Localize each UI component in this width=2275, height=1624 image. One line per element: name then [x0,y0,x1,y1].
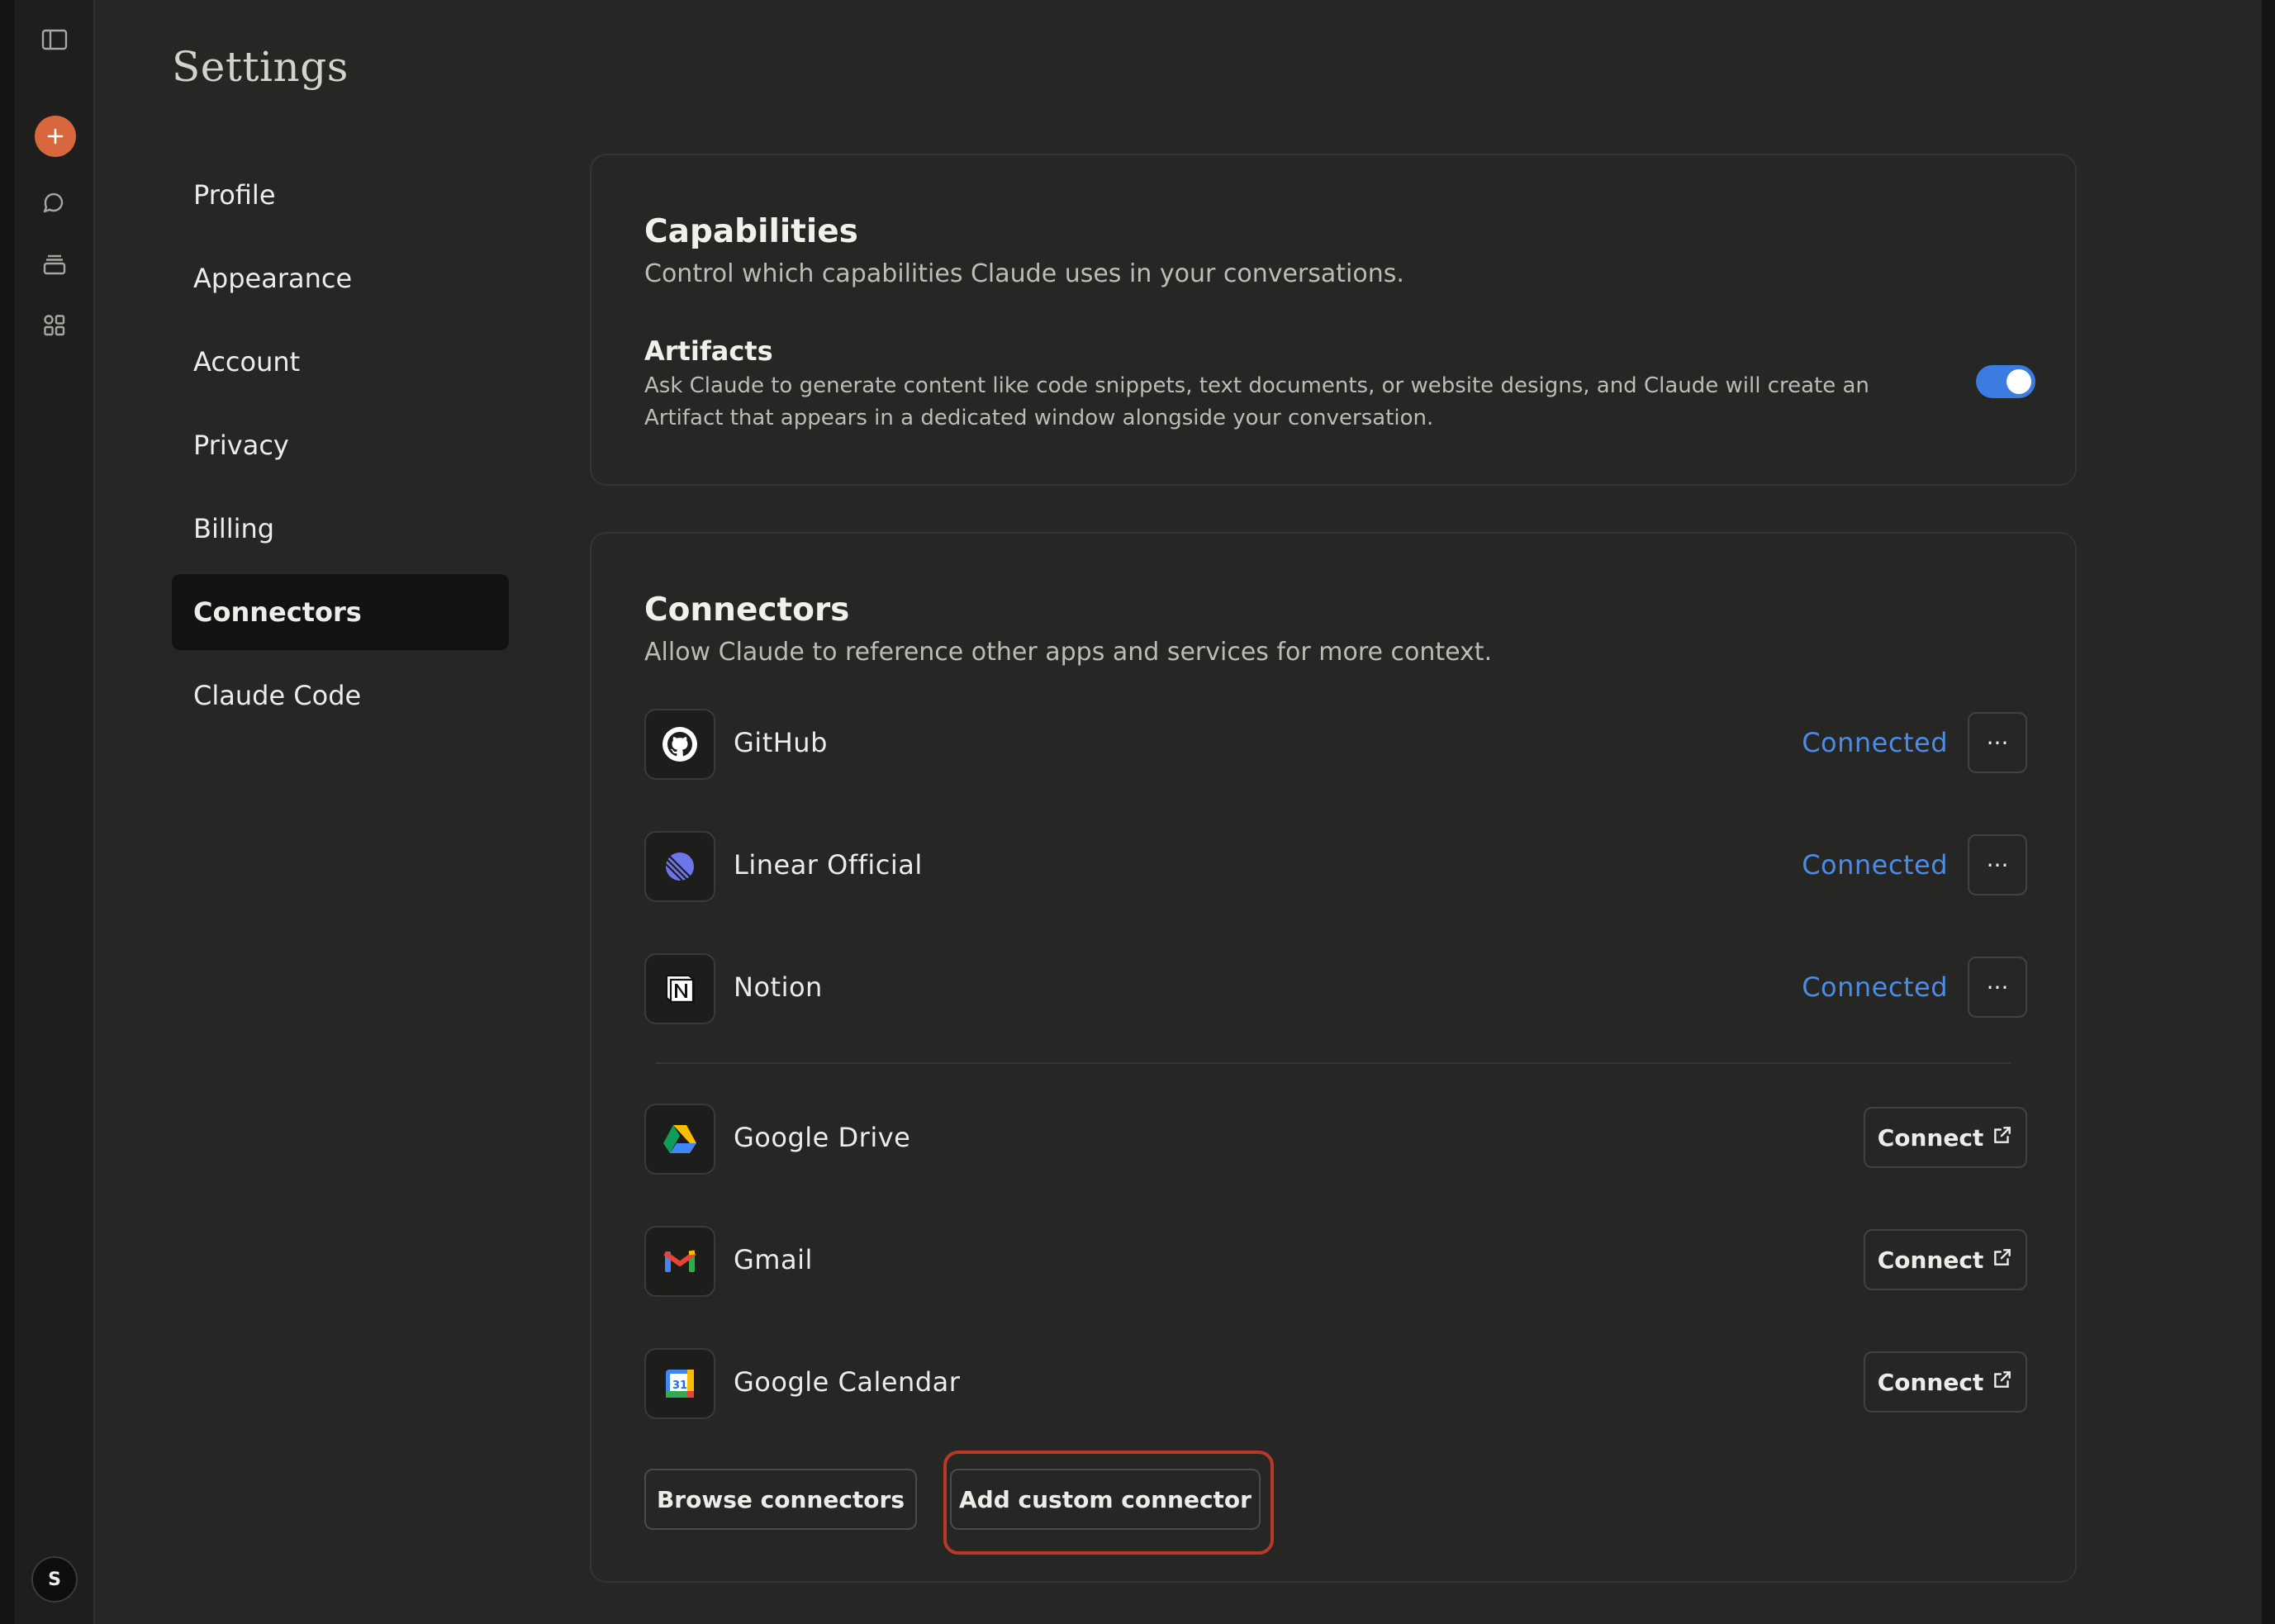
connectors-subtitle: Allow Claude to reference other apps and… [644,638,1493,667]
more-options-button[interactable]: ··· [1968,834,2027,895]
calendar-day-label: 31 [672,1379,687,1392]
toggle-knob [2007,369,2031,394]
nav-item-billing[interactable]: Billing [172,491,509,567]
connectors-card: Connectors Allow Claude to reference oth… [590,532,2077,1583]
connected-status: Connected [1802,849,1948,881]
connector-name: Gmail [734,1244,813,1275]
connected-status: Connected [1802,971,1948,1003]
projects-icon[interactable] [33,243,76,286]
connect-button[interactable]: Connect [1864,1107,2027,1168]
connector-name: Notion [734,971,823,1003]
github-icon [644,709,715,780]
notion-icon [644,953,715,1024]
artifacts-toggle[interactable] [1976,365,2035,398]
app-window: S Settings Profile Appearance Account Pr… [15,0,2262,1624]
connect-label: Connect [1877,1123,1984,1152]
artifacts-description: Ask Claude to generate content like code… [644,373,1869,430]
connector-row-linear: Linear Official Connected ··· [644,831,2027,902]
connector-name: Linear Official [734,849,923,881]
highlight-outline [943,1451,1274,1555]
nav-item-connectors[interactable]: Connectors [172,574,509,650]
artifacts-title: Artifacts [644,335,773,367]
nav-item-claude-code[interactable]: Claude Code [172,658,509,734]
nav-item-profile[interactable]: Profile [172,157,509,233]
connector-name: Google Calendar [734,1366,961,1398]
external-link-icon [1992,1246,2013,1274]
connectors-title: Connectors [644,591,850,629]
nav-item-appearance[interactable]: Appearance [172,240,509,316]
connector-row-notion: Notion Connected ··· [644,953,2027,1024]
google-drive-icon [644,1104,715,1175]
external-link-icon [1992,1124,2013,1152]
connector-row-google-calendar: 31 Google Calendar Connect [644,1348,2027,1419]
connector-name: Google Drive [734,1122,911,1153]
capabilities-card: Capabilities Control which capabilities … [590,154,2077,486]
new-chat-icon[interactable] [35,116,76,157]
gmail-icon [644,1226,715,1297]
artifacts-icon[interactable] [33,304,76,347]
connect-button[interactable]: Connect [1864,1229,2027,1290]
external-link-icon [1992,1369,2013,1396]
divider [656,1062,2011,1064]
sidebar-toggle-icon[interactable] [33,18,76,61]
connector-row-google-drive: Google Drive Connect [644,1104,2027,1175]
left-rail: S [15,0,95,1624]
avatar[interactable]: S [31,1556,78,1603]
capabilities-title: Capabilities [644,213,858,250]
settings-nav: Profile Appearance Account Privacy Billi… [172,157,509,741]
google-calendar-icon: 31 [644,1348,715,1419]
connector-name: GitHub [734,727,828,758]
linear-icon [644,831,715,902]
connected-status: Connected [1802,727,1948,758]
more-options-button[interactable]: ··· [1968,712,2027,773]
connector-row-gmail: Gmail Connect [644,1226,2027,1297]
nav-item-privacy[interactable]: Privacy [172,407,509,483]
connect-label: Connect [1877,1368,1984,1396]
browse-connectors-button[interactable]: Browse connectors [644,1469,917,1530]
connector-row-github: GitHub Connected ··· [644,709,2027,780]
chats-icon[interactable] [33,182,76,225]
capabilities-subtitle: Control which capabilities Claude uses i… [644,259,1404,288]
connect-label: Connect [1877,1246,1984,1274]
page-title: Settings [172,43,349,91]
nav-item-account[interactable]: Account [172,324,509,400]
connect-button[interactable]: Connect [1864,1351,2027,1413]
more-options-button[interactable]: ··· [1968,957,2027,1018]
